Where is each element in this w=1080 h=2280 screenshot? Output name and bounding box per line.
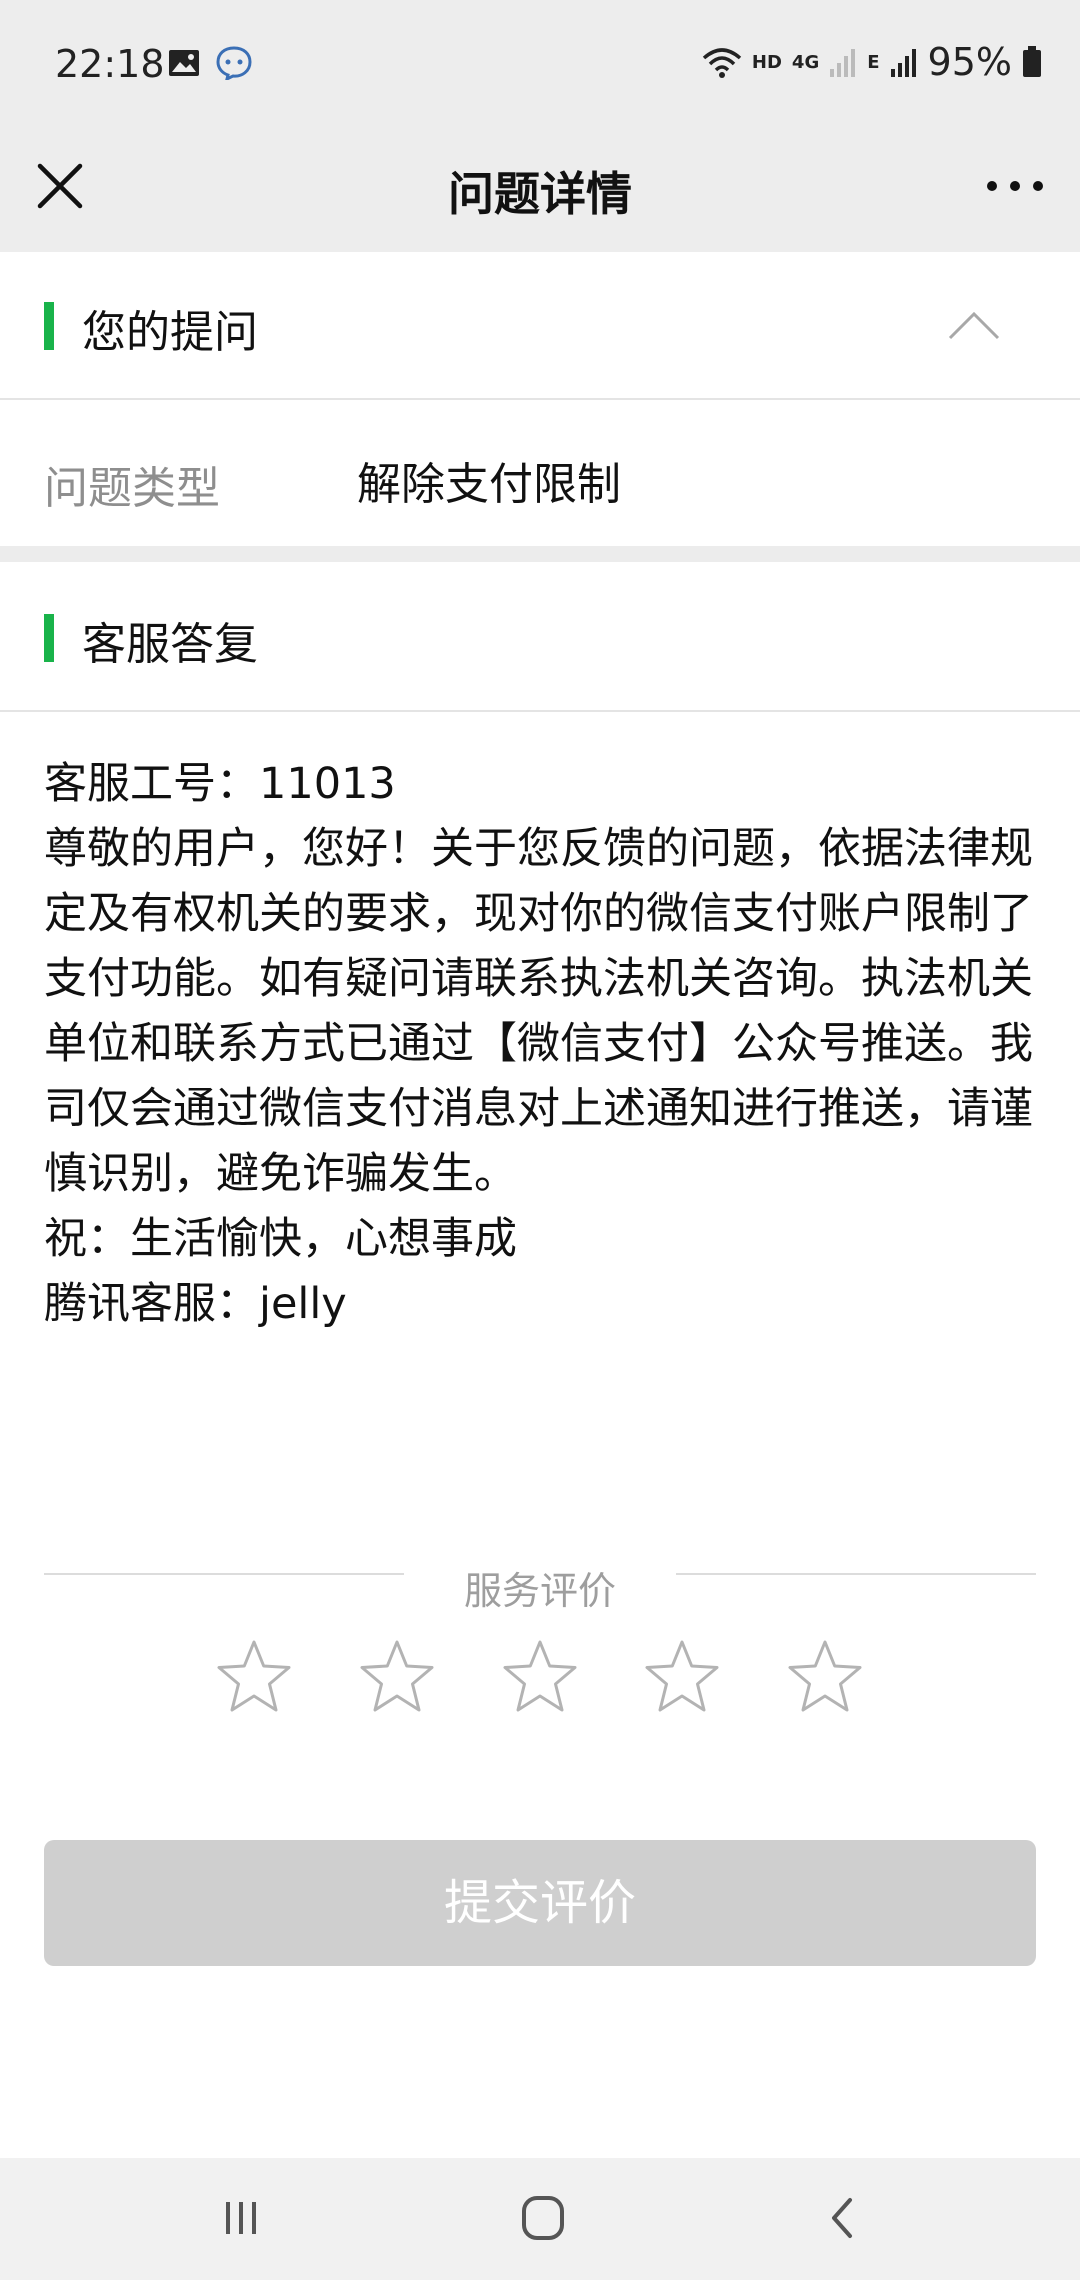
star-rating bbox=[0, 1638, 1080, 1718]
system-nav-bar bbox=[0, 2158, 1080, 2280]
back-icon[interactable] bbox=[808, 2188, 878, 2248]
star-icon-5[interactable] bbox=[785, 1638, 865, 1718]
hd-indicator: HD bbox=[751, 51, 782, 73]
signal-icon-2 bbox=[890, 49, 916, 77]
submit-rating-button[interactable]: 提交评价 bbox=[44, 1840, 1036, 1966]
battery-icon bbox=[1023, 46, 1041, 77]
reply-agent-id: 客服工号：11013 bbox=[44, 759, 396, 809]
reply-section-title: 客服答复 bbox=[82, 619, 258, 670]
star-icon-3[interactable] bbox=[500, 1638, 580, 1718]
star-icon-1[interactable] bbox=[214, 1638, 294, 1718]
chevron-up-icon[interactable] bbox=[946, 298, 1002, 354]
wifi-icon bbox=[702, 48, 742, 78]
section-accent-bar bbox=[44, 302, 54, 350]
reply-section-header: 客服答复 bbox=[0, 562, 1080, 712]
more-icon[interactable] bbox=[980, 156, 1050, 216]
page-title: 问题详情 bbox=[448, 167, 632, 221]
chat-app-icon bbox=[216, 46, 252, 80]
recent-apps-icon[interactable] bbox=[206, 2188, 276, 2248]
signal-icon-1 bbox=[830, 49, 856, 77]
question-section-header[interactable]: 您的提问 bbox=[0, 252, 1080, 400]
section-divider bbox=[0, 546, 1080, 562]
section-accent-bar bbox=[44, 614, 54, 662]
home-icon[interactable] bbox=[508, 2188, 578, 2248]
question-type-row: 问题类型 解除支付限制 bbox=[0, 402, 1080, 546]
reply-greeting: 祝：生活愉快，心想事成 bbox=[44, 1214, 517, 1264]
question-section-title: 您的提问 bbox=[82, 307, 258, 358]
reply-content: 尊敬的用户，您好！关于您反馈的问题，依据法律规定及有权机关的要求，现对你的微信支… bbox=[44, 824, 1033, 1199]
status-time: 22:18 bbox=[55, 42, 165, 86]
status-bar: 22:18 HD 4G E 95% bbox=[0, 0, 1080, 132]
reply-message: 客服工号：11013 尊敬的用户，您好！关于您反馈的问题，依据法律规定及有权机关… bbox=[44, 752, 1039, 1337]
image-icon bbox=[169, 50, 199, 76]
star-icon-4[interactable] bbox=[642, 1638, 722, 1718]
star-icon-2[interactable] bbox=[357, 1638, 437, 1718]
question-type-value: 解除支付限制 bbox=[357, 459, 621, 510]
reply-signature: 腾讯客服：jelly bbox=[44, 1279, 347, 1329]
network-e-indicator: E bbox=[867, 51, 880, 73]
battery-percent: 95% bbox=[927, 40, 1012, 84]
rating-label: 服务评价 bbox=[443, 1569, 636, 1613]
network-4g-indicator: 4G bbox=[791, 51, 820, 73]
question-type-label: 问题类型 bbox=[44, 463, 220, 514]
top-nav-bar: 问题详情 bbox=[0, 132, 1080, 252]
